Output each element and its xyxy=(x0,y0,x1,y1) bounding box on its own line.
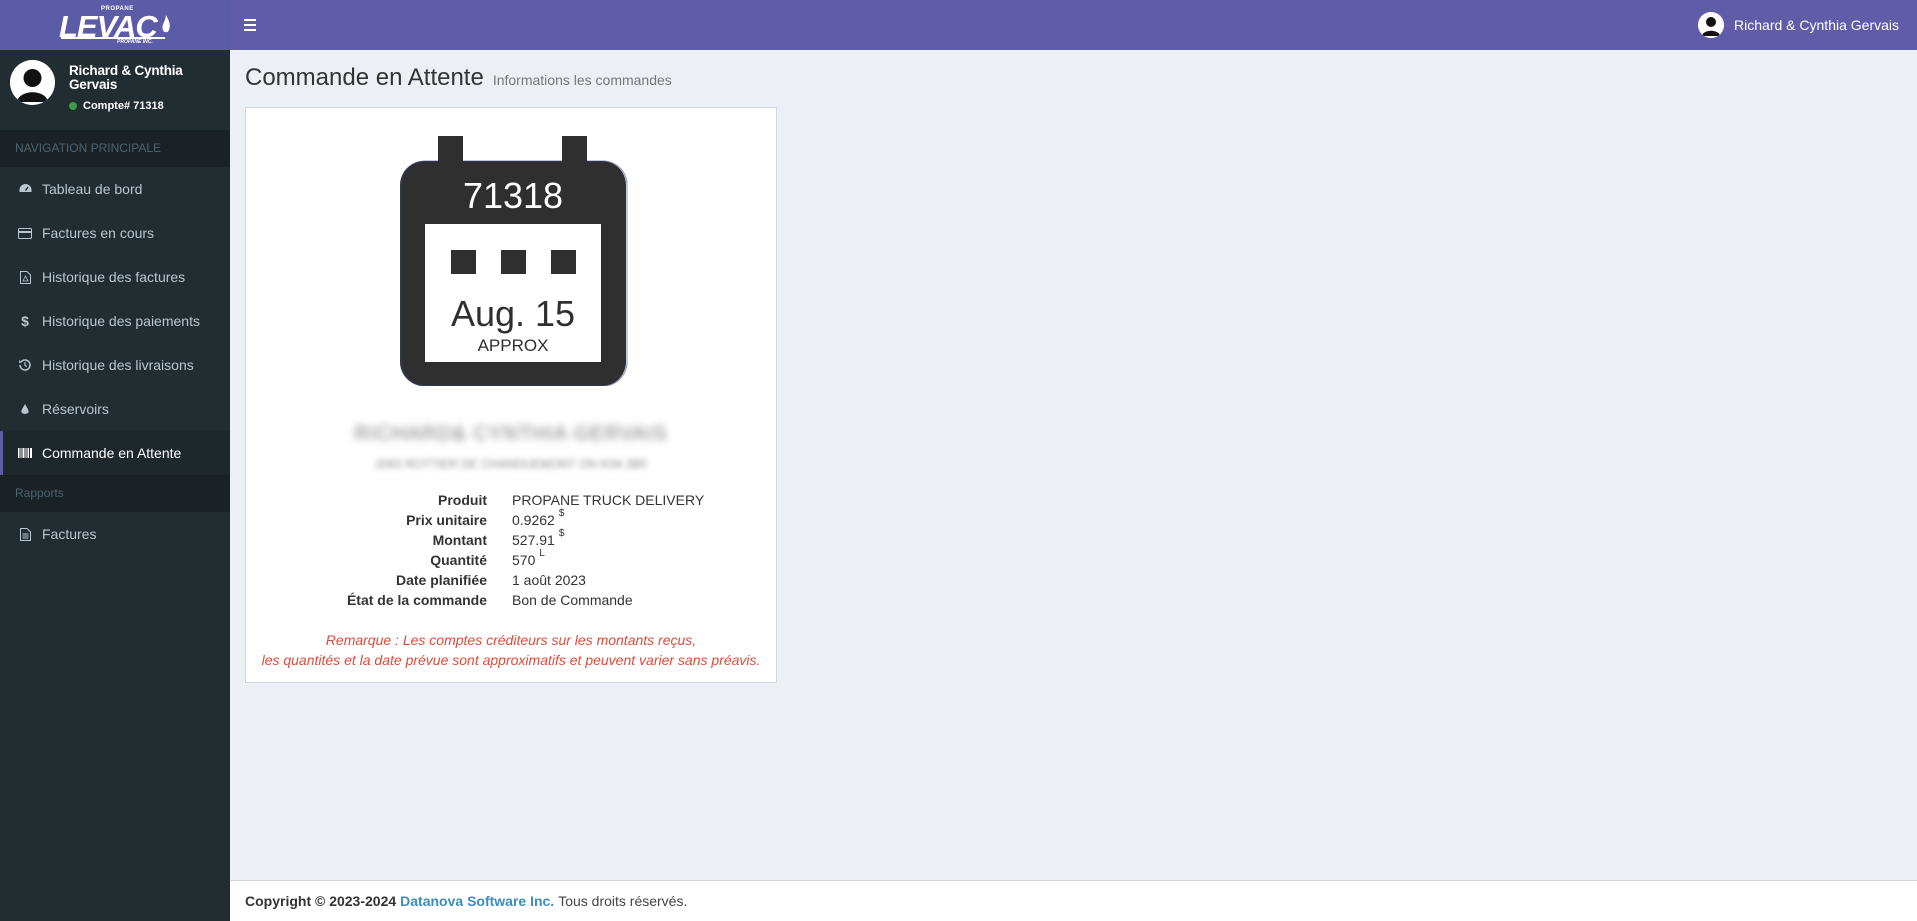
detail-unit: $ xyxy=(558,507,565,519)
online-status-icon xyxy=(69,102,77,110)
customer-name: RICHARD& CYNTHIA GERVAIS xyxy=(354,423,668,445)
flame-icon xyxy=(162,15,170,33)
sidebar-item-label: Historique des livraisons xyxy=(42,357,194,373)
account-status: Compte# 71318 xyxy=(69,100,220,112)
sidebar-item-pending-order[interactable]: Commande en Attente xyxy=(0,431,230,475)
file-text-icon xyxy=(18,527,32,541)
sidebar-item-label: Historique des factures xyxy=(42,269,186,285)
detail-unit: $ xyxy=(558,527,565,539)
detail-value: 1 août 2023 xyxy=(512,572,586,588)
remark-note: Remarque : Les comptes créditeurs sur le… xyxy=(246,630,776,670)
footer: Copyright © 2023-2024 Datanova Software … xyxy=(230,880,1917,921)
sidebar-item-invoice-history[interactable]: Historique des factures xyxy=(0,255,230,299)
sidebar-item-label: Tableau de bord xyxy=(42,181,143,197)
order-details: Produit PROPANE TRUCK DELIVERY Prix unit… xyxy=(246,490,776,610)
sidebar-item-tanks[interactable]: Réservoirs xyxy=(0,387,230,431)
copyright-text: Copyright © 2023-2024 xyxy=(245,893,397,909)
logo-area[interactable]: PROPANE LEVAC PROPANE INC. xyxy=(0,0,230,50)
credit-card-icon xyxy=(18,226,32,240)
user-panel: Richard & Cynthia Gervais Compte# 71318 xyxy=(0,50,230,130)
detail-value: PROPANE TRUCK DELIVERY xyxy=(512,492,705,508)
detail-label: Produit xyxy=(438,492,487,508)
rights-text: Tous droits réservés. xyxy=(558,893,688,909)
history-icon xyxy=(18,358,32,372)
tint-icon xyxy=(18,402,32,416)
avatar xyxy=(1698,12,1725,38)
top-navbar: Richard & Cynthia Gervais xyxy=(230,0,1917,50)
page-title: Commande en Attente xyxy=(245,64,484,91)
detail-unit: L xyxy=(539,547,545,559)
account-number: Compte# 71318 xyxy=(83,100,164,112)
detail-row-product: Produit PROPANE TRUCK DELIVERY xyxy=(246,490,776,510)
sidebar-item-invoices-report[interactable]: Factures xyxy=(0,512,230,556)
detail-label: Montant xyxy=(432,532,487,548)
barcode-icon xyxy=(18,446,32,460)
detail-row-amount: Montant 527.91 $ xyxy=(246,527,776,550)
sidebar-item-label: Historique des paiements xyxy=(42,313,200,329)
sidebar-user-name: Richard & Cynthia Gervais xyxy=(69,63,183,92)
sidebar-toggle-icon[interactable] xyxy=(244,14,266,36)
sidebar-item-payment-history[interactable]: $ Historique des paiements xyxy=(0,299,230,343)
detail-row-scheduled-date: Date planifiée 1 août 2023 xyxy=(246,570,776,590)
sidebar-item-label: Factures en cours xyxy=(42,225,155,241)
calendar-graphic: 71318 Aug. 15 APPROX xyxy=(400,136,628,387)
detail-value: 570 xyxy=(512,552,536,568)
user-menu[interactable]: Richard & Cynthia Gervais xyxy=(1698,12,1899,38)
customer-address: 2063 ROTTIER DE CHANDUEMONT ON K0A 3B0 xyxy=(375,457,647,471)
calendar-approx: APPROX xyxy=(478,336,549,355)
detail-label: État de la commande xyxy=(346,592,487,608)
logo-sub-text: PROPANE INC. xyxy=(117,39,153,45)
detail-row-unit-price: Prix unitaire 0.9262 $ xyxy=(246,507,776,530)
calendar-date: Aug. 15 xyxy=(451,293,575,334)
sidebar-item-current-invoices[interactable]: Factures en cours xyxy=(0,211,230,255)
calendar-icon: 71318 Aug. 15 APPROX xyxy=(400,136,628,387)
user-silhouette-icon xyxy=(1698,12,1725,38)
page-header: Commande en Attente Informations les com… xyxy=(245,64,672,92)
levac-logo: PROPANE LEVAC PROPANE INC. xyxy=(59,5,171,45)
sidebar: Richard & Cynthia Gervais Compte# 71318 … xyxy=(0,50,230,921)
company-link[interactable]: Datanova Software Inc. xyxy=(400,893,554,909)
remark-line-2: les quantités et la date prévue sont app… xyxy=(261,652,761,668)
detail-value: 0.9262 xyxy=(512,512,555,528)
sidebar-item-label: Réservoirs xyxy=(42,401,109,417)
calendar-number: 71318 xyxy=(463,175,563,216)
detail-value: Bon de Commande xyxy=(512,592,633,608)
sidebar-item-label: Factures xyxy=(42,526,97,542)
header-user-name: Richard & Cynthia Gervais xyxy=(1734,17,1899,33)
detail-label: Prix unitaire xyxy=(406,512,487,528)
dollar-icon: $ xyxy=(21,313,29,329)
sidebar-item-delivery-history[interactable]: Historique des livraisons xyxy=(0,343,230,387)
user-silhouette-icon xyxy=(10,60,55,105)
sidebar-item-dashboard[interactable]: Tableau de bord xyxy=(0,167,230,211)
detail-label: Quantité xyxy=(430,552,487,568)
avatar xyxy=(10,60,55,105)
dashboard-icon xyxy=(18,182,32,196)
detail-label: Date planifiée xyxy=(395,572,487,588)
page-subtitle: Informations les commandes xyxy=(492,72,672,88)
nav-header: NAVIGATION PRINCIPALE xyxy=(0,130,230,167)
main-content: Commande en Attente Informations les com… xyxy=(230,50,1917,880)
detail-value: 527.91 xyxy=(512,532,555,548)
detail-row-order-status: État de la commande Bon de Commande xyxy=(246,590,776,610)
file-pdf-icon xyxy=(18,270,32,284)
order-card: 71318 Aug. 15 APPROX RICHARD& CYNTHIA GE… xyxy=(245,107,777,683)
remark-line-1: Remarque : Les comptes créditeurs sur le… xyxy=(325,632,697,648)
reports-header: Rapports xyxy=(0,475,230,512)
sidebar-item-label: Commande en Attente xyxy=(42,445,182,461)
detail-row-quantity: Quantité 570 L xyxy=(246,547,776,570)
